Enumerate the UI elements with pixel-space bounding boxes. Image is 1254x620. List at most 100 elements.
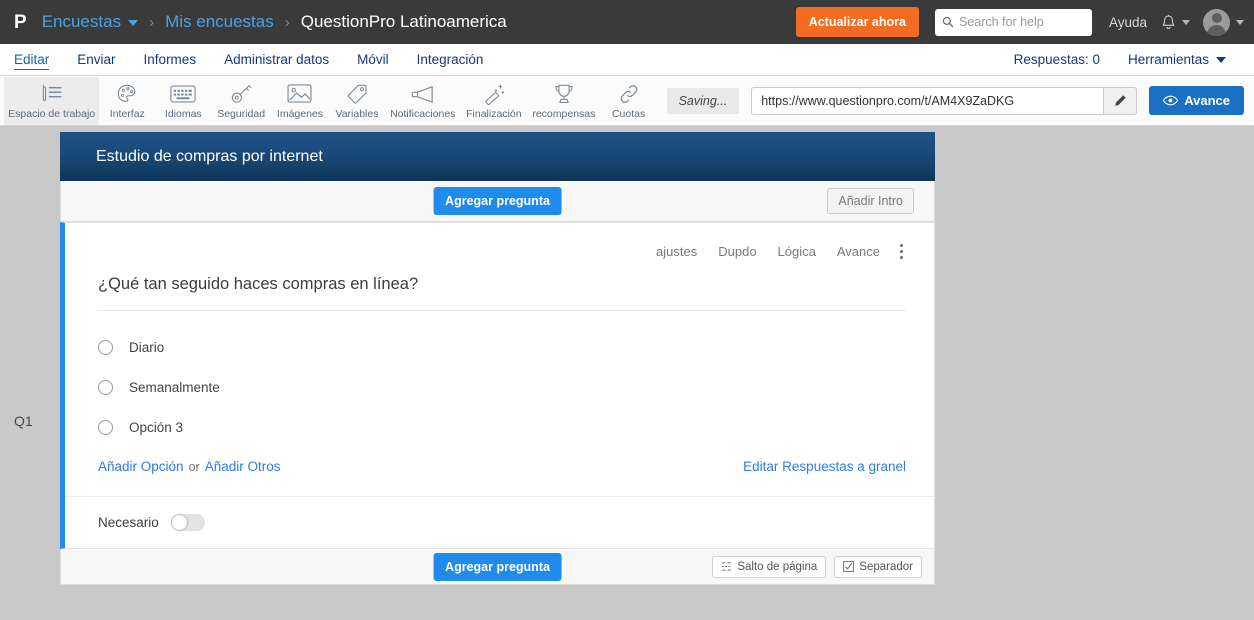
- question-action-ajustes[interactable]: ajustes: [656, 244, 697, 259]
- help-link[interactable]: Ayuda: [1109, 15, 1147, 30]
- add-other-link[interactable]: Añadir Otros: [205, 459, 281, 474]
- radio-icon[interactable]: [98, 379, 113, 395]
- notifications-bell[interactable]: [1161, 14, 1190, 31]
- bell-icon: [1162, 14, 1175, 29]
- avatar: [1203, 8, 1230, 36]
- separator-button[interactable]: Separador: [834, 555, 922, 578]
- nav-tab-integracion[interactable]: Integración: [403, 44, 498, 75]
- question-action-duplicar[interactable]: Dupdo: [718, 244, 756, 259]
- tool-idiomas[interactable]: Idiomas: [155, 77, 211, 125]
- survey-url-input[interactable]: [751, 86, 1104, 115]
- answer-option-1[interactable]: Diario: [98, 327, 934, 367]
- breadcrumb-current-account: QuestionPro Latinoamerica: [300, 12, 507, 31]
- separator-label: Separador: [859, 560, 913, 573]
- or-label: or: [188, 459, 200, 474]
- question-actions: ajustes Dupdo Lógica Avance: [65, 223, 934, 265]
- nav-tab-editar[interactable]: Editar: [14, 44, 63, 75]
- breadcrumb-surveys-label: Encuestas: [41, 12, 122, 31]
- page-break-label: Salto de página: [737, 560, 818, 573]
- add-option-link[interactable]: Añadir Opción: [98, 459, 184, 474]
- question-action-avance[interactable]: Avance: [837, 244, 880, 259]
- tools-chevron-down-icon: [1216, 56, 1226, 63]
- tools-menu-label: Herramientas: [1127, 52, 1209, 67]
- page-title: Estudio de compras por internet: [96, 147, 323, 165]
- key-icon: [229, 82, 253, 106]
- breadcrumb-surveys[interactable]: Encuestas: [41, 12, 139, 32]
- survey-canvas: Q1 Estudio de compras por internet Agreg…: [0, 126, 1254, 620]
- nav-tab-movil[interactable]: Móvil: [343, 44, 403, 75]
- nav-tab-informes[interactable]: Informes: [130, 44, 211, 75]
- add-question-button-bottom[interactable]: Agregar pregunta: [433, 552, 562, 581]
- breadcrumb-my-surveys[interactable]: Mis encuestas: [165, 12, 274, 32]
- answer-options-list: Diario Semanalmente Opción 3: [65, 311, 934, 447]
- more-vertical-icon[interactable]: [897, 242, 906, 261]
- main-nav-bar: Editar Enviar Informes Administrar datos…: [0, 44, 1254, 76]
- megaphone-icon: [410, 82, 436, 106]
- header-right-group: Actualizar ahora Ayuda: [795, 7, 1244, 37]
- answer-option-2[interactable]: Semanalmente: [98, 367, 934, 407]
- tool-imagenes[interactable]: Imágenes: [271, 77, 329, 125]
- add-intro-button[interactable]: Añadir Intro: [827, 188, 914, 214]
- tools-menu[interactable]: Herramientas: [1114, 44, 1240, 75]
- tool-label: Espacio de trabajo: [8, 107, 96, 120]
- search-icon: [942, 16, 954, 28]
- preview-button[interactable]: Avance: [1149, 86, 1244, 115]
- answer-option-label[interactable]: Diario: [129, 340, 164, 355]
- nav-tab-administrar-datos[interactable]: Administrar datos: [210, 44, 343, 75]
- answer-option-label[interactable]: Opción 3: [129, 420, 183, 435]
- preview-button-label: Avance: [1184, 93, 1230, 108]
- tool-recompensas[interactable]: recompensas: [527, 77, 600, 125]
- bottom-bar-right-group: Salto de página Separador: [712, 555, 922, 578]
- tag-icon: [345, 82, 369, 106]
- tool-label: Notificaciones: [390, 107, 456, 120]
- tool-label: Seguridad: [217, 107, 266, 120]
- checkbox-icon: [843, 561, 855, 572]
- question-action-logica[interactable]: Lógica: [778, 244, 816, 259]
- palette-icon: [115, 82, 139, 106]
- bulk-edit-answers-link[interactable]: Editar Respuestas a granel: [743, 459, 906, 474]
- tool-notificaciones[interactable]: Notificaciones: [385, 77, 461, 125]
- question-card: ajustes Dupdo Lógica Avance ¿Qué tan seg…: [60, 222, 935, 549]
- add-question-button-top[interactable]: Agregar pregunta: [433, 187, 562, 215]
- tool-espacio-de-trabajo[interactable]: Espacio de trabajo: [4, 76, 100, 125]
- tool-variables[interactable]: Variables: [329, 77, 385, 125]
- radio-icon[interactable]: [98, 339, 113, 355]
- tool-interfaz[interactable]: Interfaz: [99, 77, 155, 125]
- page-break-button[interactable]: Salto de página: [712, 555, 827, 578]
- keyboard-icon: [170, 82, 196, 106]
- answer-option-label[interactable]: Semanalmente: [129, 380, 220, 395]
- avatar-chevron-down-icon: [1236, 19, 1244, 25]
- eye-icon: [1163, 95, 1179, 106]
- wand-icon: [482, 82, 506, 106]
- toggle-knob: [171, 515, 187, 530]
- breadcrumb-separator-1: ›: [149, 13, 155, 31]
- tool-cuotas[interactable]: Cuotas: [601, 77, 657, 125]
- search-input[interactable]: [958, 15, 1085, 29]
- page-break-icon: [722, 562, 732, 571]
- nav-tab-enviar[interactable]: Enviar: [63, 44, 129, 75]
- question-text[interactable]: ¿Qué tan seguido haces compras en línea?: [65, 265, 934, 294]
- survey-editor: Estudio de compras por internet Agregar …: [60, 132, 935, 585]
- pencil-icon: [1114, 95, 1126, 106]
- editor-toolbar: Espacio de trabajo Interfaz Idiomas Segu…: [0, 76, 1254, 126]
- upgrade-now-button[interactable]: Actualizar ahora: [795, 7, 919, 37]
- required-toggle[interactable]: [170, 514, 205, 531]
- tool-seguridad[interactable]: Seguridad: [211, 77, 271, 125]
- responses-count: Respuestas: 0: [1013, 52, 1100, 67]
- help-search-box[interactable]: [934, 8, 1092, 36]
- user-menu[interactable]: [1203, 8, 1244, 36]
- tool-label: Variables: [335, 107, 379, 120]
- tool-finalizacion[interactable]: Finalización: [461, 77, 528, 125]
- nav-right-group: Respuestas: 0 Herramientas: [1014, 44, 1240, 75]
- questionpro-logo[interactable]: P: [14, 13, 27, 32]
- bottom-add-question-bar: Agregar pregunta Salto de página Separad…: [60, 549, 935, 585]
- tool-label: Imágenes: [276, 107, 324, 120]
- workspace-icon: [38, 82, 65, 106]
- tool-label: Idiomas: [164, 107, 202, 120]
- answer-option-3[interactable]: Opción 3: [98, 407, 934, 447]
- radio-icon[interactable]: [98, 419, 113, 435]
- top-header-bar: P Encuestas › Mis encuestas › QuestionPr…: [0, 0, 1254, 44]
- edit-url-button[interactable]: [1103, 86, 1138, 115]
- trophy-icon: [552, 82, 576, 106]
- survey-title-bar: Estudio de compras por internet: [60, 132, 935, 181]
